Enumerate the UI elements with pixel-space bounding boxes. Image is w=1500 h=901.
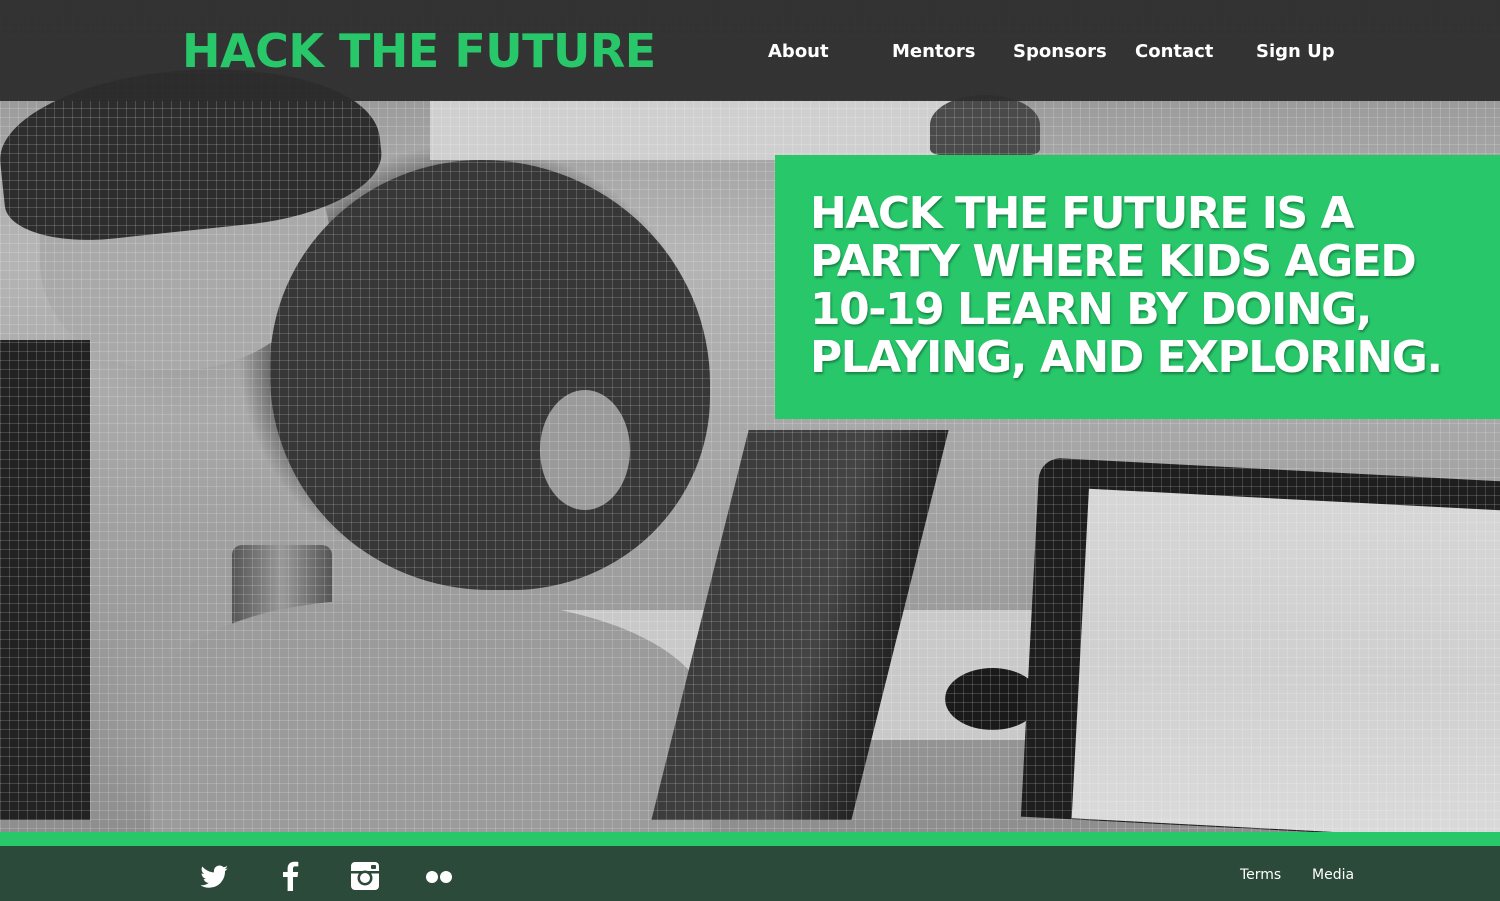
footer-media-link[interactable]: Media xyxy=(1312,865,1354,885)
footer-terms-link[interactable]: Terms xyxy=(1240,865,1281,885)
page: HACK THE FUTURE About Mentors Sponsors C… xyxy=(0,0,1500,901)
photo-right-laptop-screen xyxy=(1071,488,1500,832)
main-nav: About Mentors Sponsors Contact Sign Up xyxy=(0,0,1500,101)
hero-tagline-box: HACK THE FUTURE IS A PARTY WHERE KIDS AG… xyxy=(775,155,1500,419)
facebook-icon[interactable] xyxy=(275,860,307,892)
nav-about-link[interactable]: About xyxy=(768,38,829,66)
nav-signup-link[interactable]: Sign Up xyxy=(1256,38,1335,66)
site-footer: Terms Media xyxy=(0,846,1500,901)
site-header: HACK THE FUTURE About Mentors Sponsors C… xyxy=(0,0,1500,101)
footer-accent-stripe xyxy=(0,832,1500,846)
photo-left-child-shirt xyxy=(0,340,90,820)
instagram-icon[interactable] xyxy=(349,860,381,892)
nav-contact-link[interactable]: Contact xyxy=(1135,38,1213,66)
flickr-icon[interactable] xyxy=(423,860,455,892)
photo-center-child-head xyxy=(270,160,710,590)
background-lamp xyxy=(930,95,1040,155)
photo-center-child-ear xyxy=(540,390,630,510)
background-window xyxy=(430,100,990,160)
nav-mentors-link[interactable]: Mentors xyxy=(892,38,976,66)
hero-tagline: HACK THE FUTURE IS A PARTY WHERE KIDS AG… xyxy=(810,188,1443,383)
twitter-icon[interactable] xyxy=(198,860,230,892)
nav-sponsors-link[interactable]: Sponsors xyxy=(1013,38,1107,66)
photo-center-child-body xyxy=(150,600,710,832)
